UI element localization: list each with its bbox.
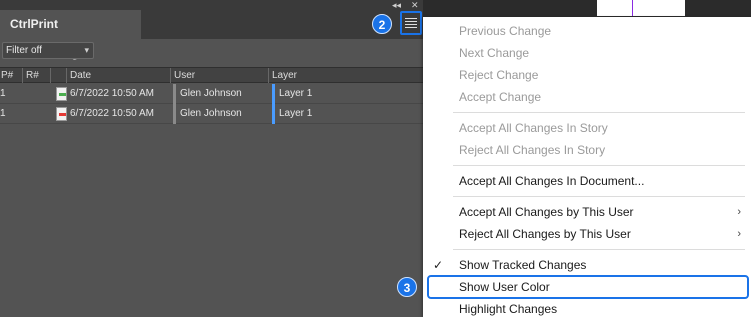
row-layer: Layer 1 xyxy=(272,104,312,124)
column-header-icon[interactable] xyxy=(50,68,66,83)
trackchanges-panel: ◂◂ ✕ CtrlPrint TrackChanges Filter off ▾… xyxy=(0,0,423,317)
menu-divider xyxy=(453,196,745,197)
callout-badge-2: 2 xyxy=(372,14,392,34)
panel-menu-button[interactable] xyxy=(400,11,422,35)
panel-tab-bar: CtrlPrint TrackChanges xyxy=(0,10,423,60)
panel-flyout-menu: Previous Change Next Change Reject Chang… xyxy=(423,17,751,317)
menu-divider xyxy=(453,112,745,113)
hamburger-icon xyxy=(405,18,417,30)
menu-divider xyxy=(453,165,745,166)
column-header-p[interactable]: P# xyxy=(0,68,21,83)
column-header-r[interactable]: R# xyxy=(22,68,50,83)
menu-item-previous-change[interactable]: Previous Change xyxy=(423,20,751,42)
menu-item-highlight-changes[interactable]: Highlight Changes xyxy=(423,298,751,317)
table-row[interactable]: 1 6/7/2022 10:50 AM Glen Johnson Layer 1 xyxy=(0,84,423,104)
collapse-panel-icon[interactable]: ◂◂ xyxy=(392,0,401,10)
menu-item-next-change[interactable]: Next Change xyxy=(423,42,751,64)
edit-document-icon xyxy=(56,87,67,101)
table-row[interactable]: 1 6/7/2022 10:50 AM Glen Johnson Layer 1 xyxy=(0,104,423,124)
panel-top-strip: ◂◂ ✕ xyxy=(0,0,423,10)
page-margin-guide xyxy=(632,0,633,16)
close-panel-icon[interactable]: ✕ xyxy=(411,0,419,10)
column-header-layer[interactable]: Layer xyxy=(268,68,423,83)
tab-ctrlprint-trackchanges[interactable]: CtrlPrint TrackChanges xyxy=(0,10,141,60)
menu-item-reject-all-story[interactable]: Reject All Changes In Story xyxy=(423,139,751,161)
menu-item-accept-all-user[interactable]: Accept All Changes by This User › xyxy=(423,201,751,223)
menu-item-accept-all-story[interactable]: Accept All Changes In Story xyxy=(423,117,751,139)
row-user: Glen Johnson xyxy=(173,84,242,104)
delete-document-icon xyxy=(56,107,67,121)
document-page-edge xyxy=(597,0,685,16)
menu-item-label: Accept All Changes by This User xyxy=(459,205,634,219)
menu-item-reject-change[interactable]: Reject Change xyxy=(423,64,751,86)
checkmark-icon: ✓ xyxy=(433,258,444,272)
menu-item-reject-all-user[interactable]: Reject All Changes by This User › xyxy=(423,223,751,245)
menu-item-accept-all-document[interactable]: Accept All Changes In Document... xyxy=(423,170,751,192)
row-layer: Layer 1 xyxy=(272,84,312,104)
submenu-arrow-icon: › xyxy=(737,228,741,240)
row-date: 6/7/2022 10:50 AM xyxy=(70,108,154,119)
row-p-number: 1 xyxy=(0,88,6,99)
column-header-date[interactable]: Date xyxy=(66,68,170,83)
menu-item-accept-change[interactable]: Accept Change xyxy=(423,86,751,108)
submenu-arrow-icon: › xyxy=(737,206,741,218)
chevron-down-icon: ▾ xyxy=(84,45,89,55)
row-date: 6/7/2022 10:50 AM xyxy=(70,88,154,99)
row-p-number: 1 xyxy=(0,108,6,119)
menu-item-label: Show Tracked Changes xyxy=(459,258,587,272)
highlight-box-show-user-color xyxy=(427,275,749,299)
filter-dropdown-value: Filter off xyxy=(6,45,42,56)
menu-divider xyxy=(453,249,745,250)
callout-badge-3: 3 xyxy=(397,277,417,297)
column-header-user[interactable]: User xyxy=(170,68,268,83)
filter-dropdown[interactable]: Filter off ▾ xyxy=(2,42,94,59)
menu-item-show-tracked-changes[interactable]: ✓ Show Tracked Changes xyxy=(423,254,751,276)
row-user: Glen Johnson xyxy=(173,104,242,124)
changes-table-header: P# R# Date User Layer xyxy=(0,67,423,83)
menu-item-label: Reject All Changes by This User xyxy=(459,227,631,241)
